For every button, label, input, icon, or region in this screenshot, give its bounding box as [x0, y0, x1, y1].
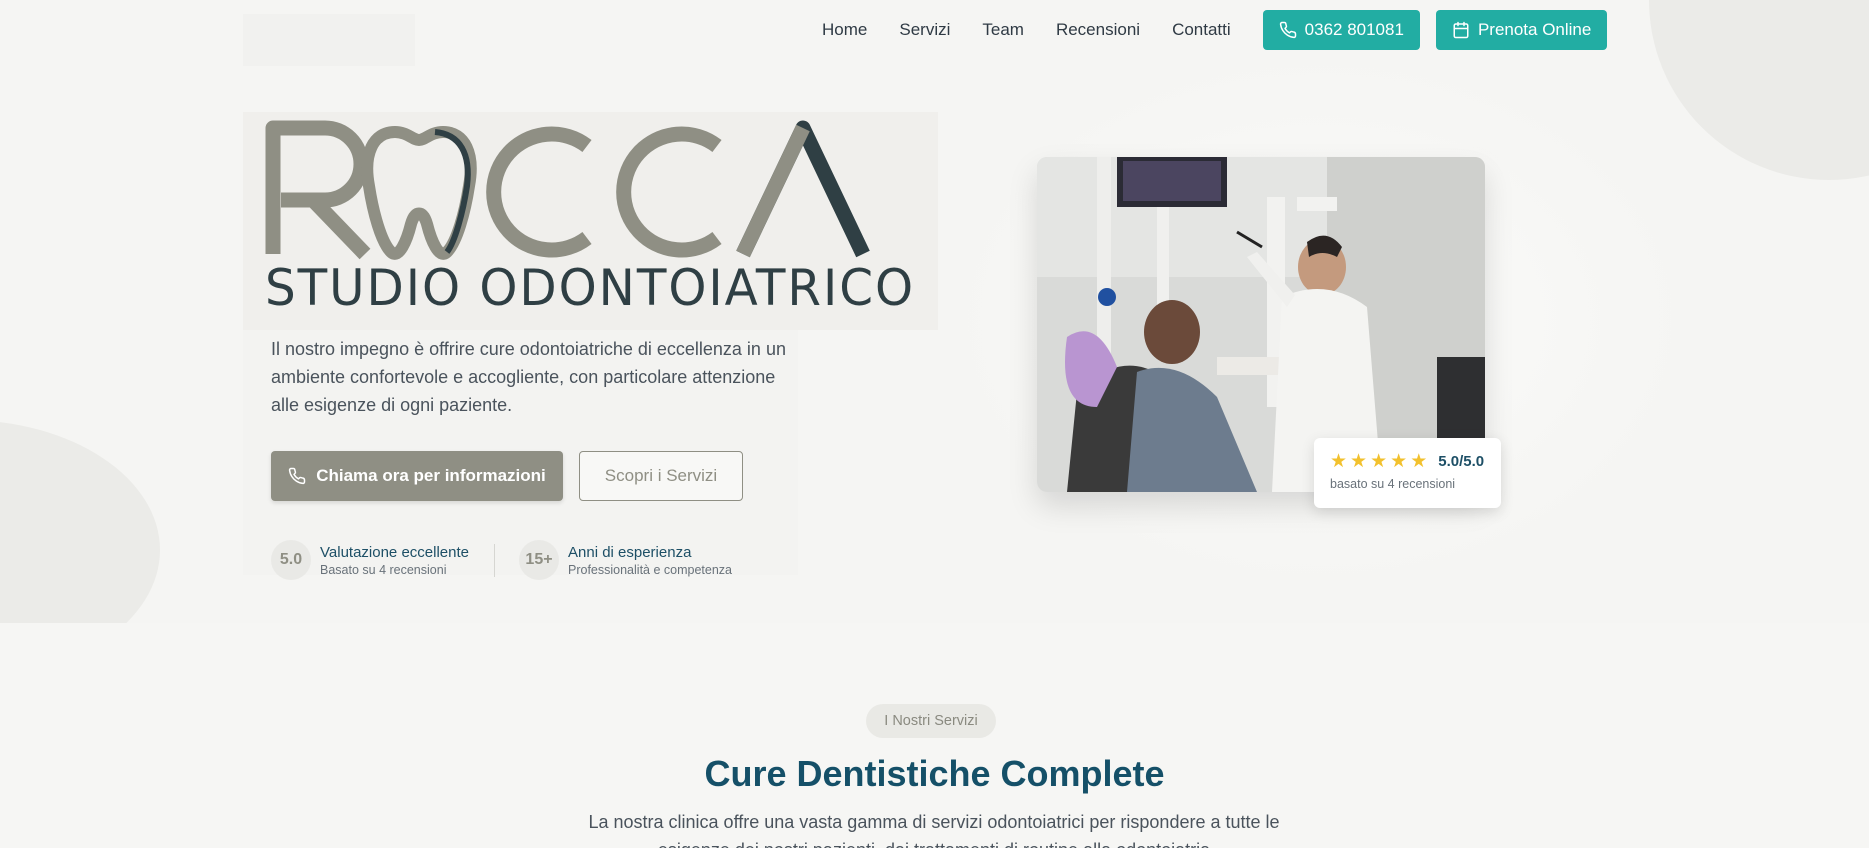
- stat-rating: 5.0 Valutazione eccellente Basato su 4 r…: [271, 540, 469, 580]
- stat-value: 15+: [519, 540, 559, 580]
- star-icon: ★: [1410, 451, 1428, 472]
- decorative-blob: [1649, 0, 1869, 180]
- nav-link-team[interactable]: Team: [982, 20, 1024, 40]
- nav-link-contatti[interactable]: Contatti: [1172, 20, 1231, 40]
- stat-title: Valutazione eccellente: [320, 543, 469, 561]
- hero-intro-text: Il nostro impegno è offrire cure odontoi…: [271, 339, 786, 415]
- discover-services-button[interactable]: Scopri i Servizi: [579, 451, 743, 501]
- phone-icon: [1279, 21, 1296, 39]
- main-nav: Home Servizi Team Recensioni Contatti 03…: [822, 10, 1608, 50]
- stat-value: 5.0: [271, 540, 311, 580]
- stat-subtitle: Basato su 4 recensioni: [320, 562, 447, 577]
- stat-subtitle: Professionalità e competenza: [568, 562, 732, 577]
- services-description: La nostra clinica offre una vasta gamma …: [588, 812, 1280, 848]
- rating-value: 5.0/5.0: [1438, 453, 1485, 470]
- star-icon: ★: [1330, 451, 1348, 472]
- nav-link-recensioni[interactable]: Recensioni: [1056, 20, 1140, 40]
- rocca-logo: STUDIO ODONTOIATRICO: [265, 120, 915, 310]
- phone-button[interactable]: 0362 801081: [1262, 10, 1420, 50]
- star-rating: ★ ★ ★ ★ ★ 5.0/5.0: [1330, 452, 1485, 471]
- stat-title: Anni di esperienza: [568, 543, 692, 561]
- hero-section: Home Servizi Team Recensioni Contatti 03…: [0, 0, 1869, 623]
- stat-experience: 15+ Anni di esperienza Professionalità e…: [519, 540, 732, 580]
- services-section: I Nostri Servizi Cure Dentistiche Comple…: [0, 623, 1869, 848]
- call-now-label: Chiama ora per informazioni: [316, 466, 546, 485]
- services-badge: I Nostri Servizi: [866, 704, 996, 738]
- rating-card: ★ ★ ★ ★ ★ 5.0/5.0 basato su 4 recensioni: [1314, 438, 1501, 508]
- book-online-button[interactable]: Prenota Online: [1435, 10, 1608, 50]
- star-icon: ★: [1370, 451, 1388, 472]
- logo-subtitle: STUDIO ODONTOIATRICO: [265, 259, 915, 310]
- phone-icon: [289, 467, 306, 485]
- header-logo-placeholder[interactable]: [243, 14, 415, 66]
- star-icon: ★: [1390, 451, 1408, 472]
- nav-link-servizi[interactable]: Servizi: [899, 20, 950, 40]
- call-now-button[interactable]: Chiama ora per informazioni: [271, 451, 563, 501]
- nav-link-home[interactable]: Home: [822, 20, 867, 40]
- rating-subtitle: basato su 4 recensioni: [1330, 477, 1456, 491]
- stat-divider: [494, 544, 495, 577]
- phone-number: 0362 801081: [1304, 20, 1404, 39]
- decorative-blob: [0, 420, 160, 623]
- calendar-icon: [1453, 21, 1469, 39]
- book-online-label: Prenota Online: [1477, 20, 1592, 39]
- star-icon: ★: [1350, 451, 1368, 472]
- services-title: Cure Dentistiche Complete: [704, 753, 1165, 794]
